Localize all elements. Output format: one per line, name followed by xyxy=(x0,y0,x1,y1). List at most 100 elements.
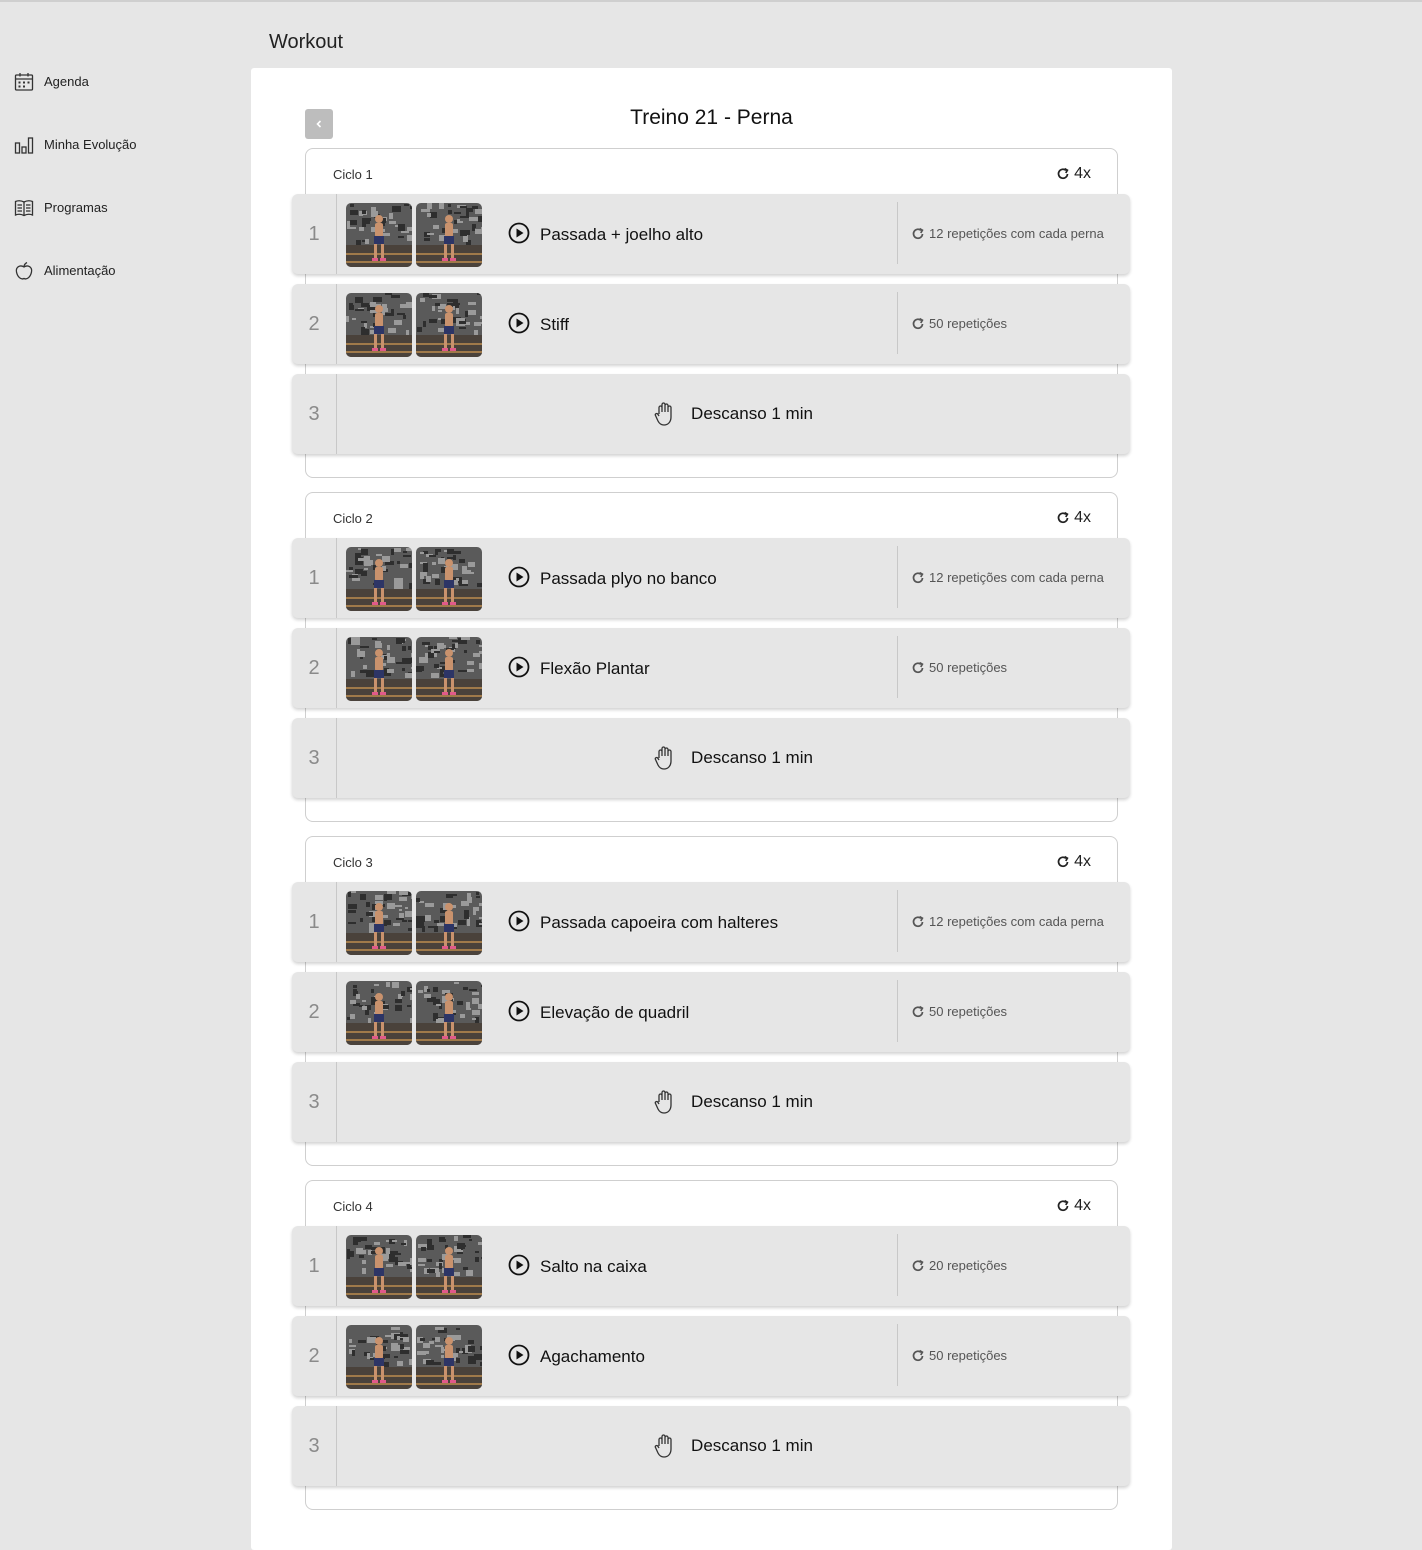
reps-text: 12 repetições com cada perna xyxy=(929,914,1104,929)
exercise-name[interactable]: Passada capoeira com halteres xyxy=(540,913,778,933)
exercise-thumbnail[interactable] xyxy=(416,981,482,1045)
sidebar-item-minha-evolucao[interactable]: Minha Evolução xyxy=(0,113,250,176)
rest-row: 3 Descanso 1 min xyxy=(292,718,1130,798)
exercise-thumbnail[interactable] xyxy=(416,637,482,701)
play-icon[interactable] xyxy=(508,566,530,588)
play-icon[interactable] xyxy=(508,222,530,244)
refresh-icon xyxy=(911,571,929,585)
row-number: 1 xyxy=(292,882,337,962)
divider xyxy=(897,202,898,264)
sidebar-item-agenda[interactable]: Agenda xyxy=(0,50,250,113)
reps-text: 50 repetições xyxy=(929,316,1008,331)
exercise-row[interactable]: 1 Passada capoeira com halteres 12 repetiç… xyxy=(292,882,1130,962)
divider xyxy=(897,636,898,698)
rest-row: 3 Descanso 1 min xyxy=(292,1406,1130,1486)
cycle-label: Ciclo 1 xyxy=(333,167,373,182)
rest-label: Descanso 1 min xyxy=(691,1436,813,1455)
exercise-thumbnail[interactable] xyxy=(346,637,412,701)
play-icon[interactable] xyxy=(508,656,530,678)
exercise-thumbnail[interactable] xyxy=(346,981,412,1045)
cycle-label: Ciclo 3 xyxy=(333,855,373,870)
exercise-thumbnail[interactable] xyxy=(346,203,412,267)
refresh-icon xyxy=(1056,1199,1074,1213)
cycle-card: Ciclo 4 4x 1 Salto na caixa 20 repetições 2 Ag… xyxy=(292,1180,1130,1510)
exercise-name[interactable]: Agachamento xyxy=(540,1347,645,1367)
exercise-name[interactable]: Salto na caixa xyxy=(540,1257,647,1277)
cycle-rounds: 4x xyxy=(1056,509,1091,527)
sidebar-item-alimentacao[interactable]: Alimentação xyxy=(0,239,250,302)
book-icon xyxy=(14,199,34,216)
exercise-row[interactable]: 2 Flexão Plantar 50 repetições xyxy=(292,628,1130,708)
rest-content: Descanso 1 min xyxy=(336,1406,1130,1486)
exercise-thumbnail[interactable] xyxy=(346,293,412,357)
exercise-reps: 12 repetições com cada perna xyxy=(911,194,1111,274)
refresh-icon xyxy=(1056,855,1074,869)
refresh-icon xyxy=(911,661,929,675)
refresh-icon xyxy=(1056,511,1074,525)
rest-label: Descanso 1 min xyxy=(691,748,813,767)
rest-content: Descanso 1 min xyxy=(336,718,1130,798)
exercise-thumbnail[interactable] xyxy=(416,203,482,267)
play-icon[interactable] xyxy=(508,1254,530,1276)
play-icon[interactable] xyxy=(508,1344,530,1366)
exercise-thumbnail[interactable] xyxy=(346,891,412,955)
cycle-rounds: 4x xyxy=(1056,1197,1091,1215)
cycle-card: Ciclo 2 4x 1 Passada plyo no banco 12 repeti… xyxy=(292,492,1130,822)
row-number: 3 xyxy=(292,374,337,454)
cycle-rounds: 4x xyxy=(1056,853,1091,871)
play-icon[interactable] xyxy=(508,312,530,334)
refresh-icon xyxy=(911,1259,929,1273)
exercise-name[interactable]: Flexão Plantar xyxy=(540,659,650,679)
cycle-label: Ciclo 2 xyxy=(333,511,373,526)
bar-chart-icon xyxy=(14,136,34,154)
rounds-value: 4x xyxy=(1074,509,1091,526)
exercise-row[interactable]: 1 Passada + joelho alto 12 repetições com … xyxy=(292,194,1130,274)
divider xyxy=(897,546,898,608)
divider xyxy=(897,980,898,1042)
exercise-name[interactable]: Elevação de quadril xyxy=(540,1003,689,1023)
exercise-thumbnail[interactable] xyxy=(346,1325,412,1389)
divider xyxy=(897,1324,898,1386)
row-number: 3 xyxy=(292,1062,337,1142)
rest-content: Descanso 1 min xyxy=(336,374,1130,454)
rest-label: Descanso 1 min xyxy=(691,404,813,423)
play-icon[interactable] xyxy=(508,1000,530,1022)
row-number: 2 xyxy=(292,972,337,1052)
exercise-thumbnail[interactable] xyxy=(416,1235,482,1299)
exercise-reps: 50 repetições xyxy=(911,972,1111,1052)
row-number: 1 xyxy=(292,194,337,274)
play-icon[interactable] xyxy=(508,910,530,932)
exercise-thumbnail[interactable] xyxy=(346,547,412,611)
hand-icon xyxy=(653,1433,691,1459)
exercise-row[interactable]: 2 Stiff 50 repetições xyxy=(292,284,1130,364)
exercise-row[interactable]: 2 Agachamento 50 repetições xyxy=(292,1316,1130,1396)
exercise-reps: 20 repetições xyxy=(911,1226,1111,1306)
exercise-thumbnail[interactable] xyxy=(416,293,482,357)
exercise-thumbnail[interactable] xyxy=(346,1235,412,1299)
cycle-rounds: 4x xyxy=(1056,165,1091,183)
exercise-name[interactable]: Passada plyo no banco xyxy=(540,569,717,589)
rounds-value: 4x xyxy=(1074,165,1091,182)
row-number: 2 xyxy=(292,628,337,708)
workout-title: Treino 21 - Perna xyxy=(630,106,793,129)
sidebar-item-label: Programas xyxy=(44,200,108,215)
exercise-thumbnail[interactable] xyxy=(416,891,482,955)
refresh-icon xyxy=(911,1349,929,1363)
row-number: 2 xyxy=(292,284,337,364)
sidebar-item-label: Alimentação xyxy=(44,263,116,278)
rest-content: Descanso 1 min xyxy=(336,1062,1130,1142)
divider xyxy=(897,890,898,952)
row-number: 3 xyxy=(292,1406,337,1486)
exercise-row[interactable]: 2 Elevação de quadril 50 repetições xyxy=(292,972,1130,1052)
sidebar-item-programas[interactable]: Programas xyxy=(0,176,250,239)
exercise-thumbnail[interactable] xyxy=(416,547,482,611)
exercise-name[interactable]: Stiff xyxy=(540,315,569,335)
exercise-row[interactable]: 1 Passada plyo no banco 12 repetições com … xyxy=(292,538,1130,618)
refresh-icon xyxy=(911,227,929,241)
exercise-name[interactable]: Passada + joelho alto xyxy=(540,225,703,245)
exercise-thumbnail[interactable] xyxy=(416,1325,482,1389)
exercise-reps: 50 repetições xyxy=(911,1316,1111,1396)
reps-text: 50 repetições xyxy=(929,1004,1008,1019)
exercise-row[interactable]: 1 Salto na caixa 20 repetições xyxy=(292,1226,1130,1306)
cycle-card: Ciclo 3 4x 1 Passada capoeira com halteres 1… xyxy=(292,836,1130,1166)
